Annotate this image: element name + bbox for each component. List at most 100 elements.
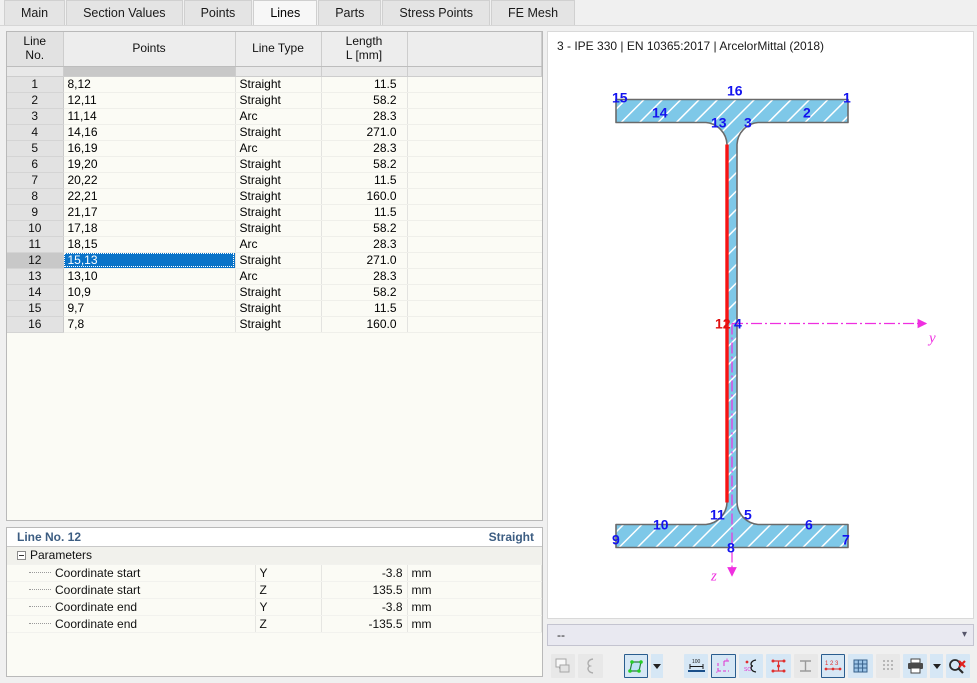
cell-line-type[interactable]: Arc	[235, 236, 322, 253]
collapse-expander-icon[interactable]	[17, 550, 26, 560]
table-row[interactable]: 4 14,16 Straight 271.0	[7, 124, 542, 141]
parameter-value-cell[interactable]: -135.5	[321, 615, 408, 633]
print-icon[interactable]	[903, 654, 928, 678]
table-row[interactable]: 9 21,17 Straight 11.5	[7, 204, 542, 221]
cell-line-type[interactable]: Straight	[235, 204, 322, 221]
import-icon[interactable]	[551, 654, 576, 678]
numbering-icon[interactable]: 1 2 3	[820, 654, 846, 678]
cell-length[interactable]: 271.0	[321, 124, 408, 141]
cell-points[interactable]: 20,22	[63, 172, 236, 189]
tab-main[interactable]: Main	[4, 0, 66, 25]
cell-length[interactable]: 11.5	[321, 76, 408, 93]
tab-lines[interactable]: Lines	[253, 0, 318, 25]
cell-line-no[interactable]: 10	[7, 220, 64, 237]
cell-line-no[interactable]: 1	[7, 76, 64, 93]
cell-length[interactable]: 160.0	[321, 188, 408, 205]
cell-line-type[interactable]: Straight	[235, 172, 322, 189]
parameter-row[interactable]: Coordinate end Z -135.5 mm	[7, 615, 542, 633]
zoom-reset-icon[interactable]	[945, 654, 970, 678]
cell-length[interactable]: 58.2	[321, 220, 408, 237]
table-row[interactable]: 7 20,22 Straight 11.5	[7, 172, 542, 189]
table-row[interactable]: 3 11,14 Arc 28.3	[7, 108, 542, 125]
cell-line-no[interactable]: 14	[7, 284, 64, 301]
cell-line-type[interactable]: Arc	[235, 140, 322, 157]
parameter-row[interactable]: Coordinate end Y -3.8 mm	[7, 598, 542, 616]
cell-line-no[interactable]: 4	[7, 124, 64, 141]
parameters-group-row[interactable]: Parameters	[7, 547, 542, 565]
parameter-value-cell[interactable]: -3.8	[321, 598, 408, 616]
cell-line-no[interactable]: 5	[7, 140, 64, 157]
cell-points[interactable]: 14,16	[63, 124, 236, 141]
cell-length[interactable]: 58.2	[321, 156, 408, 173]
cell-line-type[interactable]: Arc	[235, 108, 322, 125]
cell-line-no[interactable]: 15	[7, 300, 64, 317]
table-row[interactable]: 15 9,7 Straight 11.5	[7, 300, 542, 317]
shear-center-icon[interactable]: SC	[738, 654, 764, 678]
parameter-value-cell[interactable]: -3.8	[321, 564, 408, 582]
header-line-no[interactable]: Line No.	[7, 32, 64, 67]
dotted-mesh-icon[interactable]	[875, 654, 901, 678]
filter-combo[interactable]: -- ▾	[547, 624, 974, 646]
cell-line-no[interactable]: 8	[7, 188, 64, 205]
table-row[interactable]: 6 19,20 Straight 58.2	[7, 156, 542, 173]
parameters-table[interactable]: Parameters Coordinate start Y -3.8 mm Coordin…	[7, 547, 542, 633]
cell-line-no[interactable]: 9	[7, 204, 64, 221]
table-row[interactable]: 5 16,19 Arc 28.3	[7, 140, 542, 157]
tab-fe-mesh[interactable]: FE Mesh	[491, 0, 576, 25]
section-viewer[interactable]: 3 - IPE 330 | EN 10365:2017 | ArcelorMit…	[547, 31, 974, 619]
cell-points[interactable]: 19,20	[63, 156, 236, 173]
cell-points[interactable]: 10,9	[63, 284, 236, 301]
parameter-row[interactable]: Coordinate start Z 135.5 mm	[7, 581, 542, 599]
cell-line-no[interactable]: 7	[7, 172, 64, 189]
axes-yz-icon[interactable]: y z	[711, 654, 736, 678]
cell-points[interactable]: 8,12	[63, 76, 236, 93]
table-row[interactable]: 8 22,21 Straight 160.0	[7, 188, 542, 205]
header-length[interactable]: Length L [mm]	[321, 32, 408, 67]
shape-fill-icon[interactable]	[623, 654, 649, 678]
cell-line-type[interactable]: Straight	[235, 300, 322, 317]
cell-length[interactable]: 271.0	[321, 252, 408, 269]
parameter-row[interactable]: Coordinate start Y -3.8 mm	[7, 564, 542, 582]
section-parts-icon[interactable]	[793, 654, 818, 678]
cell-points[interactable]: 11,14	[63, 108, 236, 125]
cell-length[interactable]: 58.2	[321, 284, 408, 301]
table-row[interactable]: 10 17,18 Straight 58.2	[7, 220, 542, 237]
cell-line-type[interactable]: Straight	[235, 252, 322, 269]
table-row[interactable]: 11 18,15 Arc 28.3	[7, 236, 542, 253]
cell-line-no[interactable]: 2	[7, 92, 64, 109]
cell-points[interactable]: 22,21	[63, 188, 236, 205]
tab-points[interactable]: Points	[183, 0, 253, 25]
table-row[interactable]: 12 15,13 Straight 271.0	[7, 252, 542, 269]
cell-length[interactable]: 28.3	[321, 108, 408, 125]
parameter-value-cell[interactable]: 135.5	[321, 581, 408, 599]
cell-length[interactable]: 11.5	[321, 204, 408, 221]
cell-length[interactable]: 28.3	[321, 236, 408, 253]
table-row[interactable]: 16 7,8 Straight 160.0	[7, 316, 542, 333]
cell-length[interactable]: 28.3	[321, 268, 408, 285]
cell-line-type[interactable]: Straight	[235, 124, 322, 141]
cell-points[interactable]: 13,10	[63, 268, 236, 285]
shape-fill-dropdown-arrow[interactable]	[651, 654, 664, 678]
cell-line-type[interactable]: Straight	[235, 92, 322, 109]
cell-points[interactable]: 21,17	[63, 204, 236, 221]
cell-line-no[interactable]: 12	[7, 252, 64, 269]
cell-line-type[interactable]: Straight	[235, 220, 322, 237]
fe-mesh-grid-icon[interactable]	[848, 654, 873, 678]
profile-outline-icon[interactable]	[578, 654, 603, 678]
cell-length[interactable]: 11.5	[321, 300, 408, 317]
table-row[interactable]: 1 8,12 Straight 11.5	[7, 76, 542, 93]
cell-length[interactable]: 28.3	[321, 140, 408, 157]
cell-line-type[interactable]: Straight	[235, 284, 322, 301]
table-row[interactable]: 2 12,11 Straight 58.2	[7, 92, 542, 109]
cell-points[interactable]: 9,7	[63, 300, 236, 317]
print-dropdown-arrow[interactable]	[930, 654, 943, 678]
cell-length[interactable]: 58.2	[321, 92, 408, 109]
cell-line-no[interactable]: 16	[7, 316, 64, 333]
tab-section-values[interactable]: Section Values	[66, 0, 183, 25]
cell-line-type[interactable]: Straight	[235, 316, 322, 333]
lines-table[interactable]: Line No. Points Line Type Length L [mm]	[7, 32, 542, 333]
tab-stress-points[interactable]: Stress Points	[382, 0, 491, 25]
cell-line-type[interactable]: Arc	[235, 268, 322, 285]
cell-points[interactable]: 12,11	[63, 92, 236, 109]
cell-line-type[interactable]: Straight	[235, 76, 322, 93]
